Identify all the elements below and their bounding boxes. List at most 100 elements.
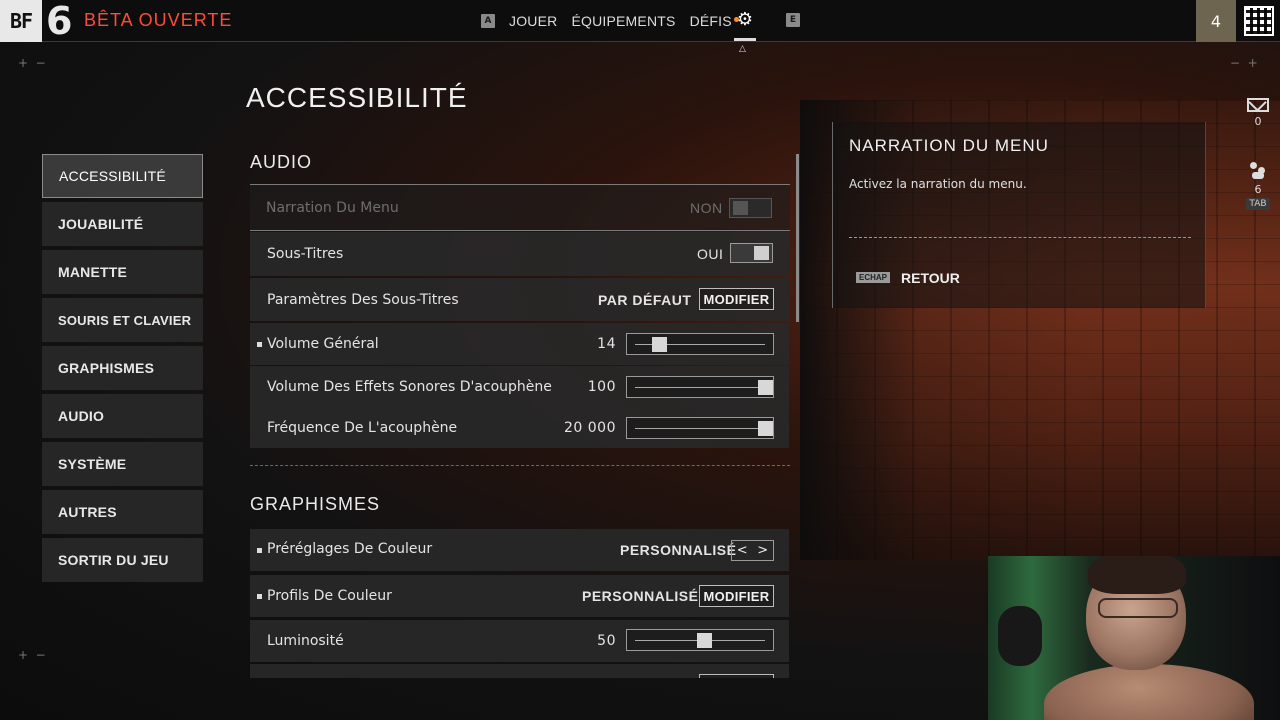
setting-tinnitus-volume[interactable]: Volume Des Effets Sonores D'acouphène 10… bbox=[250, 366, 789, 408]
streamer-body bbox=[1044, 664, 1254, 720]
setting-label: Profils De Couleur bbox=[267, 588, 392, 604]
setting-subtitle-params[interactable]: Paramètres Des Sous-Titres PAR DÉFAUT MO… bbox=[250, 278, 789, 321]
webcam-overlay bbox=[988, 556, 1280, 720]
toggle-knob bbox=[733, 201, 748, 215]
setting-value: NON bbox=[690, 199, 723, 216]
setting-label: Narration Du Menu bbox=[266, 199, 399, 216]
info-title: NARRATION DU MENU bbox=[849, 136, 1049, 155]
microphone bbox=[998, 606, 1042, 666]
player-level[interactable]: 4 bbox=[1196, 0, 1236, 42]
sidebar-item-audio[interactable]: AUDIO bbox=[42, 394, 203, 438]
gear-icon[interactable]: ⚙ bbox=[735, 10, 755, 30]
modified-marker bbox=[257, 341, 262, 347]
modify-subtitles-button[interactable]: MODIFIER bbox=[699, 288, 774, 310]
sidebar-item-others[interactable]: AUTRES bbox=[42, 490, 203, 534]
corner-mark-icon: − + bbox=[1230, 56, 1258, 70]
sidebar-item-graphics[interactable]: GRAPHISMES bbox=[42, 346, 203, 390]
setting-label: Luminosité bbox=[267, 633, 344, 649]
slider-thumb[interactable] bbox=[758, 380, 773, 395]
sidebar-item-controller[interactable]: MANETTE bbox=[42, 250, 203, 294]
friends-count: 6 bbox=[1254, 183, 1262, 196]
logo-number: 6 bbox=[46, 0, 73, 43]
color-presets-selector[interactable]: < > bbox=[731, 540, 774, 561]
mail-icon bbox=[1247, 98, 1269, 112]
modify-color-profiles-button[interactable]: MODIFIER bbox=[699, 585, 774, 607]
nav-next-key: E bbox=[786, 13, 800, 27]
brightness-slider[interactable] bbox=[626, 629, 774, 651]
partial-button[interactable] bbox=[699, 674, 774, 678]
menu-narration-toggle[interactable] bbox=[729, 198, 772, 218]
back-button[interactable]: RETOUR bbox=[901, 270, 960, 286]
modified-marker bbox=[257, 593, 262, 599]
info-divider bbox=[849, 237, 1191, 238]
setting-value: 14 bbox=[597, 336, 616, 352]
sidebar-item-gameplay[interactable]: JOUABILITÉ bbox=[42, 202, 203, 246]
escape-key-icon: ECHAP bbox=[856, 272, 891, 283]
setting-label: Volume Des Effets Sonores D'acouphène bbox=[267, 379, 552, 395]
nav-play[interactable]: JOUER bbox=[509, 13, 557, 29]
friends-status[interactable]: 6 TAB bbox=[1240, 162, 1276, 210]
master-volume-slider[interactable] bbox=[626, 333, 774, 355]
game-logo: BF 6 bbox=[0, 0, 72, 42]
nav-prev-key: A bbox=[481, 14, 495, 28]
setting-label: Préréglages De Couleur bbox=[267, 541, 433, 557]
setting-value: 20 000 bbox=[564, 420, 616, 436]
corner-mark-icon: + − bbox=[18, 648, 46, 662]
setting-color-profiles[interactable]: Profils De Couleur PERSONNALISÉ MODIFIER bbox=[250, 575, 789, 617]
logo-letters: BF bbox=[0, 0, 42, 42]
setting-color-presets[interactable]: Préréglages De Couleur PERSONNALISÉ < > bbox=[250, 529, 789, 571]
setting-row-partial[interactable] bbox=[250, 664, 789, 678]
setting-value: OUI bbox=[697, 246, 724, 262]
tinnitus-frequency-slider[interactable] bbox=[626, 417, 774, 439]
nav-equipment[interactable]: ÉQUIPEMENTS bbox=[571, 13, 675, 29]
page-title: ACCESSIBILITÉ bbox=[246, 82, 468, 113]
tinnitus-volume-slider[interactable] bbox=[626, 376, 774, 398]
section-title-graphics: GRAPHISMES bbox=[250, 494, 381, 514]
info-panel: NARRATION DU MENU Activez la narration d… bbox=[832, 122, 1206, 308]
modified-marker bbox=[257, 547, 262, 553]
subtitles-toggle[interactable] bbox=[730, 243, 773, 263]
setting-label: Paramètres Des Sous-Titres bbox=[267, 291, 459, 308]
sidebar-item-quit[interactable]: SORTIR DU JEU bbox=[42, 538, 203, 582]
nav-challenges[interactable]: DÉFIS bbox=[690, 13, 739, 29]
slider-track bbox=[635, 387, 765, 388]
setting-value: 100 bbox=[587, 379, 616, 395]
setting-label: Volume Général bbox=[267, 336, 379, 352]
chevron-right-icon[interactable]: > bbox=[757, 543, 768, 558]
active-tab-underline bbox=[734, 38, 756, 41]
top-bar: BF 6 BÊTA OUVERTE A JOUER ÉQUIPEMENTS DÉ… bbox=[0, 0, 1280, 54]
beta-label: BÊTA OUVERTE bbox=[84, 10, 233, 30]
setting-label: Sous-Titres bbox=[267, 246, 344, 262]
triangle-icon: △ bbox=[739, 44, 746, 54]
setting-brightness[interactable]: Luminosité 50 bbox=[250, 620, 789, 662]
sidebar-item-mouse-keyboard[interactable]: SOURIS ET CLAVIER bbox=[42, 298, 203, 342]
setting-master-volume[interactable]: Volume Général 14 bbox=[250, 323, 789, 365]
tab-key: TAB bbox=[1246, 198, 1270, 210]
slider-thumb[interactable] bbox=[652, 337, 668, 352]
chevron-left-icon[interactable]: < bbox=[737, 543, 748, 558]
mail-count: 0 bbox=[1254, 115, 1262, 128]
player-avatar[interactable] bbox=[1244, 6, 1274, 36]
section-title-audio: AUDIO bbox=[250, 152, 313, 172]
slider-thumb[interactable] bbox=[758, 421, 773, 436]
settings-scrollbar[interactable] bbox=[796, 154, 799, 322]
setting-tinnitus-frequency[interactable]: Fréquence De L'acouphène 20 000 bbox=[250, 408, 789, 448]
setting-subtitles[interactable]: Sous-Titres OUI bbox=[250, 232, 789, 276]
sidebar-item-system[interactable]: SYSTÈME bbox=[42, 442, 203, 486]
mail-status[interactable]: 0 bbox=[1240, 98, 1276, 128]
streamer-glasses bbox=[1098, 598, 1178, 618]
corner-mark-icon: + − bbox=[18, 56, 46, 70]
setting-value: PERSONNALISÉ bbox=[582, 588, 699, 604]
friends-icon bbox=[1249, 162, 1267, 180]
slider-thumb[interactable] bbox=[696, 633, 712, 648]
setting-menu-narration[interactable]: Narration Du Menu NON bbox=[250, 184, 790, 231]
setting-value: 50 bbox=[597, 633, 616, 649]
sidebar-item-accessibility[interactable]: ACCESSIBILITÉ bbox=[42, 154, 203, 198]
section-divider bbox=[250, 465, 790, 466]
streamer-hair bbox=[1088, 556, 1186, 594]
slider-track bbox=[635, 428, 765, 429]
settings-sidebar: ACCESSIBILITÉ JOUABILITÉ MANETTE SOURIS … bbox=[42, 154, 203, 586]
setting-label: Fréquence De L'acouphène bbox=[267, 420, 458, 436]
info-description: Activez la narration du menu. bbox=[849, 177, 1027, 191]
toggle-knob bbox=[754, 246, 769, 260]
